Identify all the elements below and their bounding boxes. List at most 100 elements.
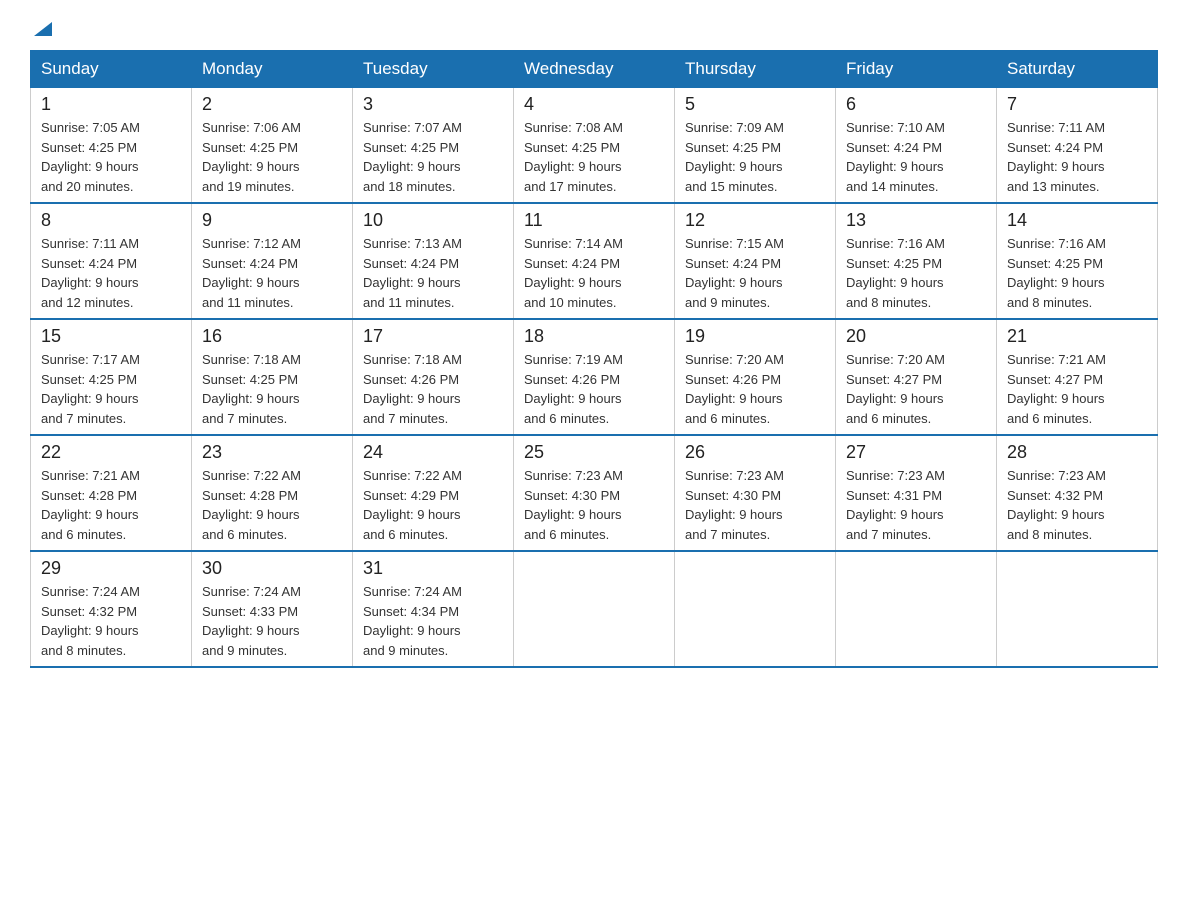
calendar-cell: 22 Sunrise: 7:21 AM Sunset: 4:28 PM Dayl… (31, 435, 192, 551)
day-number: 25 (524, 442, 664, 463)
calendar-cell: 16 Sunrise: 7:18 AM Sunset: 4:25 PM Dayl… (192, 319, 353, 435)
calendar-cell (836, 551, 997, 667)
day-number: 1 (41, 94, 181, 115)
day-number: 5 (685, 94, 825, 115)
calendar-cell: 19 Sunrise: 7:20 AM Sunset: 4:26 PM Dayl… (675, 319, 836, 435)
day-info: Sunrise: 7:16 AM Sunset: 4:25 PM Dayligh… (846, 234, 986, 312)
day-number: 12 (685, 210, 825, 231)
calendar-cell: 20 Sunrise: 7:20 AM Sunset: 4:27 PM Dayl… (836, 319, 997, 435)
day-number: 4 (524, 94, 664, 115)
day-number: 8 (41, 210, 181, 231)
calendar-cell: 18 Sunrise: 7:19 AM Sunset: 4:26 PM Dayl… (514, 319, 675, 435)
header-saturday: Saturday (997, 51, 1158, 88)
logo (30, 20, 54, 40)
day-info: Sunrise: 7:15 AM Sunset: 4:24 PM Dayligh… (685, 234, 825, 312)
calendar-cell: 5 Sunrise: 7:09 AM Sunset: 4:25 PM Dayli… (675, 88, 836, 204)
day-number: 29 (41, 558, 181, 579)
day-number: 16 (202, 326, 342, 347)
day-number: 2 (202, 94, 342, 115)
header-wednesday: Wednesday (514, 51, 675, 88)
day-info: Sunrise: 7:11 AM Sunset: 4:24 PM Dayligh… (1007, 118, 1147, 196)
day-number: 27 (846, 442, 986, 463)
calendar-cell: 6 Sunrise: 7:10 AM Sunset: 4:24 PM Dayli… (836, 88, 997, 204)
calendar-cell: 17 Sunrise: 7:18 AM Sunset: 4:26 PM Dayl… (353, 319, 514, 435)
calendar-week-row: 8 Sunrise: 7:11 AM Sunset: 4:24 PM Dayli… (31, 203, 1158, 319)
header-sunday: Sunday (31, 51, 192, 88)
header-friday: Friday (836, 51, 997, 88)
day-number: 23 (202, 442, 342, 463)
day-number: 21 (1007, 326, 1147, 347)
calendar-cell: 10 Sunrise: 7:13 AM Sunset: 4:24 PM Dayl… (353, 203, 514, 319)
day-info: Sunrise: 7:09 AM Sunset: 4:25 PM Dayligh… (685, 118, 825, 196)
day-info: Sunrise: 7:21 AM Sunset: 4:28 PM Dayligh… (41, 466, 181, 544)
day-number: 31 (363, 558, 503, 579)
day-info: Sunrise: 7:23 AM Sunset: 4:31 PM Dayligh… (846, 466, 986, 544)
day-info: Sunrise: 7:20 AM Sunset: 4:27 PM Dayligh… (846, 350, 986, 428)
day-info: Sunrise: 7:17 AM Sunset: 4:25 PM Dayligh… (41, 350, 181, 428)
day-number: 24 (363, 442, 503, 463)
day-info: Sunrise: 7:18 AM Sunset: 4:25 PM Dayligh… (202, 350, 342, 428)
day-info: Sunrise: 7:22 AM Sunset: 4:29 PM Dayligh… (363, 466, 503, 544)
day-number: 7 (1007, 94, 1147, 115)
day-info: Sunrise: 7:10 AM Sunset: 4:24 PM Dayligh… (846, 118, 986, 196)
day-number: 17 (363, 326, 503, 347)
calendar-cell: 24 Sunrise: 7:22 AM Sunset: 4:29 PM Dayl… (353, 435, 514, 551)
calendar-cell (514, 551, 675, 667)
calendar-cell: 15 Sunrise: 7:17 AM Sunset: 4:25 PM Dayl… (31, 319, 192, 435)
calendar-cell: 11 Sunrise: 7:14 AM Sunset: 4:24 PM Dayl… (514, 203, 675, 319)
day-info: Sunrise: 7:11 AM Sunset: 4:24 PM Dayligh… (41, 234, 181, 312)
calendar-cell: 29 Sunrise: 7:24 AM Sunset: 4:32 PM Dayl… (31, 551, 192, 667)
day-number: 3 (363, 94, 503, 115)
calendar-cell: 1 Sunrise: 7:05 AM Sunset: 4:25 PM Dayli… (31, 88, 192, 204)
day-info: Sunrise: 7:21 AM Sunset: 4:27 PM Dayligh… (1007, 350, 1147, 428)
header-thursday: Thursday (675, 51, 836, 88)
calendar-cell: 3 Sunrise: 7:07 AM Sunset: 4:25 PM Dayli… (353, 88, 514, 204)
day-number: 18 (524, 326, 664, 347)
calendar-cell: 8 Sunrise: 7:11 AM Sunset: 4:24 PM Dayli… (31, 203, 192, 319)
day-number: 10 (363, 210, 503, 231)
day-info: Sunrise: 7:14 AM Sunset: 4:24 PM Dayligh… (524, 234, 664, 312)
calendar-cell: 27 Sunrise: 7:23 AM Sunset: 4:31 PM Dayl… (836, 435, 997, 551)
calendar-cell: 26 Sunrise: 7:23 AM Sunset: 4:30 PM Dayl… (675, 435, 836, 551)
calendar-week-row: 15 Sunrise: 7:17 AM Sunset: 4:25 PM Dayl… (31, 319, 1158, 435)
day-number: 28 (1007, 442, 1147, 463)
header-row: Sunday Monday Tuesday Wednesday Thursday… (31, 51, 1158, 88)
day-number: 26 (685, 442, 825, 463)
calendar-week-row: 1 Sunrise: 7:05 AM Sunset: 4:25 PM Dayli… (31, 88, 1158, 204)
calendar-cell: 9 Sunrise: 7:12 AM Sunset: 4:24 PM Dayli… (192, 203, 353, 319)
day-number: 9 (202, 210, 342, 231)
day-info: Sunrise: 7:12 AM Sunset: 4:24 PM Dayligh… (202, 234, 342, 312)
calendar-cell (997, 551, 1158, 667)
day-number: 13 (846, 210, 986, 231)
day-info: Sunrise: 7:16 AM Sunset: 4:25 PM Dayligh… (1007, 234, 1147, 312)
day-info: Sunrise: 7:24 AM Sunset: 4:33 PM Dayligh… (202, 582, 342, 660)
calendar-cell: 7 Sunrise: 7:11 AM Sunset: 4:24 PM Dayli… (997, 88, 1158, 204)
calendar-cell: 28 Sunrise: 7:23 AM Sunset: 4:32 PM Dayl… (997, 435, 1158, 551)
calendar-body: 1 Sunrise: 7:05 AM Sunset: 4:25 PM Dayli… (31, 88, 1158, 668)
calendar-cell: 13 Sunrise: 7:16 AM Sunset: 4:25 PM Dayl… (836, 203, 997, 319)
calendar-cell: 25 Sunrise: 7:23 AM Sunset: 4:30 PM Dayl… (514, 435, 675, 551)
calendar-table: Sunday Monday Tuesday Wednesday Thursday… (30, 50, 1158, 668)
calendar-cell: 2 Sunrise: 7:06 AM Sunset: 4:25 PM Dayli… (192, 88, 353, 204)
day-info: Sunrise: 7:05 AM Sunset: 4:25 PM Dayligh… (41, 118, 181, 196)
calendar-cell: 12 Sunrise: 7:15 AM Sunset: 4:24 PM Dayl… (675, 203, 836, 319)
day-info: Sunrise: 7:20 AM Sunset: 4:26 PM Dayligh… (685, 350, 825, 428)
calendar-cell: 23 Sunrise: 7:22 AM Sunset: 4:28 PM Dayl… (192, 435, 353, 551)
calendar-cell (675, 551, 836, 667)
logo-triangle-icon (32, 18, 54, 40)
calendar-cell: 4 Sunrise: 7:08 AM Sunset: 4:25 PM Dayli… (514, 88, 675, 204)
day-number: 11 (524, 210, 664, 231)
day-info: Sunrise: 7:23 AM Sunset: 4:30 PM Dayligh… (685, 466, 825, 544)
day-info: Sunrise: 7:22 AM Sunset: 4:28 PM Dayligh… (202, 466, 342, 544)
calendar-cell: 21 Sunrise: 7:21 AM Sunset: 4:27 PM Dayl… (997, 319, 1158, 435)
calendar-week-row: 29 Sunrise: 7:24 AM Sunset: 4:32 PM Dayl… (31, 551, 1158, 667)
calendar-cell: 14 Sunrise: 7:16 AM Sunset: 4:25 PM Dayl… (997, 203, 1158, 319)
day-info: Sunrise: 7:13 AM Sunset: 4:24 PM Dayligh… (363, 234, 503, 312)
header-tuesday: Tuesday (353, 51, 514, 88)
day-info: Sunrise: 7:23 AM Sunset: 4:32 PM Dayligh… (1007, 466, 1147, 544)
header-monday: Monday (192, 51, 353, 88)
day-number: 30 (202, 558, 342, 579)
day-info: Sunrise: 7:24 AM Sunset: 4:32 PM Dayligh… (41, 582, 181, 660)
day-info: Sunrise: 7:08 AM Sunset: 4:25 PM Dayligh… (524, 118, 664, 196)
day-info: Sunrise: 7:24 AM Sunset: 4:34 PM Dayligh… (363, 582, 503, 660)
